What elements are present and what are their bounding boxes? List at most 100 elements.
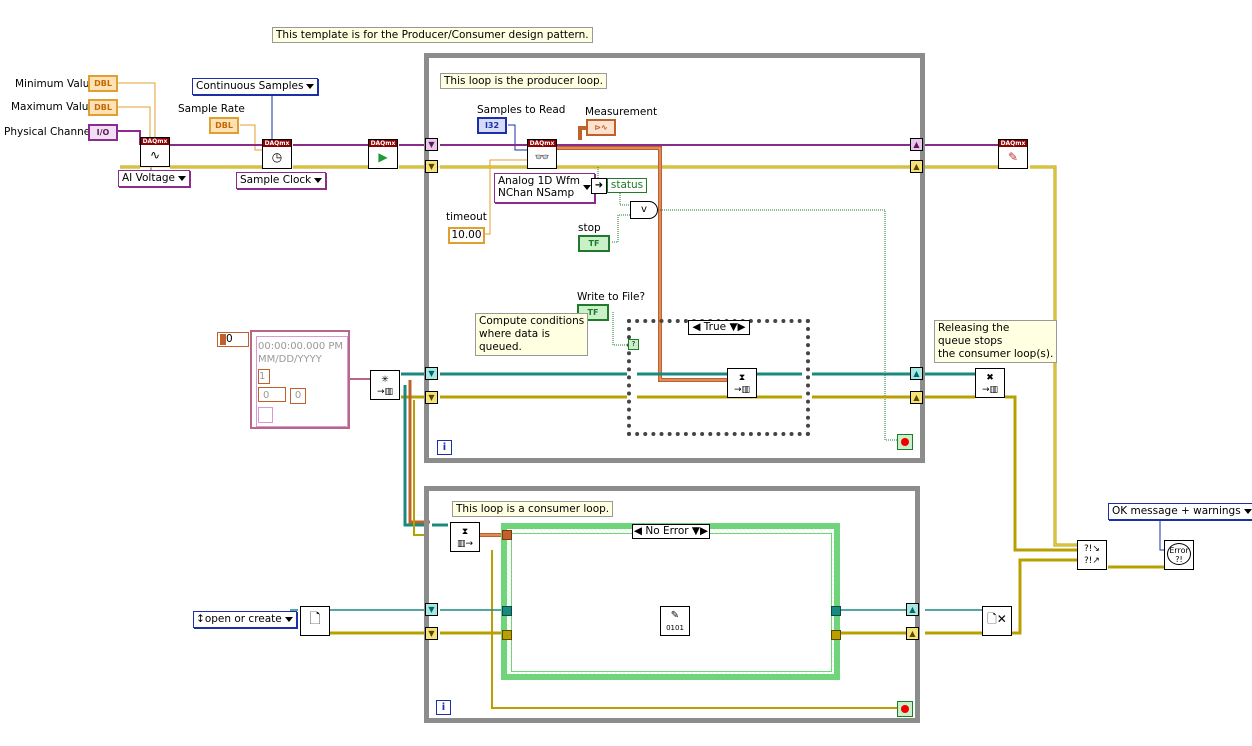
close-file-function[interactable]: 🗋✕ [982,606,1012,636]
producer-iteration-terminal: i [437,440,452,455]
release-line1: Releasing the [938,322,1010,334]
unbundle-status-node[interactable]: ➜ [591,178,607,194]
timeout-label: timeout [446,211,487,223]
dequeue-icon: ⧗ ▥→ [456,527,474,549]
daqmx-header: DAQmx [528,140,556,147]
max-queue-size-constant[interactable]: 0 [217,332,249,347]
error-bubble-icon: Error?! [1167,543,1191,565]
channel-icon: ∿ [149,148,161,162]
simple-error-handler-function[interactable]: Error?! [1164,540,1194,570]
open-or-create-enum[interactable]: ↕open or create [193,611,297,628]
error-shift-register-right: ▲ [910,160,923,173]
daqmx-timing-vi[interactable]: DAQmx ◷ [262,139,292,169]
file-shift-register-right: ▲ [906,603,919,616]
read-glasses-icon: 👓 [534,150,550,164]
compute-line3: queued. [479,341,522,353]
consumer-error-shift-register-left: ▼ [425,627,438,640]
producer-case-structure[interactable] [627,319,810,436]
timestamp-field: 00:00:00.000 PM MM/DD/YYYY [258,340,346,366]
producer-note: This loop is the producer loop. [440,73,608,89]
release-line3: the consumer loop(s). [938,348,1054,360]
physical-channel-label: Physical Channel [4,126,94,138]
producer-case-selector[interactable]: ◀ True ▼▶ [688,320,750,335]
ok-message-enum[interactable]: OK message + warnings [1108,503,1252,520]
daqmx-header: DAQmx [141,138,169,145]
compute-line1: Compute conditions [479,315,585,327]
producer-stop-condition [897,434,913,450]
read-type-selector[interactable]: Analog 1D Wfm NChan NSamp [494,173,596,203]
dropdown-arrow-icon [314,178,323,183]
queue-shift-register-left: ▼ [425,367,438,380]
merge-errors-function[interactable]: ?!↘ ?!↗ [1077,540,1107,570]
data-type-cluster-constant[interactable]: 00:00:00.000 PM MM/DD/YYYY 1 0 0 [250,330,350,429]
dropdown-arrow-icon [583,185,592,190]
obtain-queue-icon: ✳ →▥ [376,375,394,397]
sample-rate-label: Sample Rate [178,103,245,115]
compute-line2: where data is [479,328,550,340]
or-gate-icon[interactable]: v [630,201,658,219]
daqmx-create-channel-vi[interactable]: DAQmx ∿ [140,137,170,167]
physical-channel-terminal[interactable]: I/O [88,124,118,141]
dequeue-element-function[interactable]: ⧗ ▥→ [450,522,480,552]
measurement-label: Measurement [585,106,658,118]
daqmx-read-vi[interactable]: DAQmx 👓 [527,139,557,169]
case-prev-icon: ◀ [633,525,642,537]
write-to-file-function[interactable]: ✎ 0101 [660,606,690,636]
measurement-indicator[interactable]: ⊳∿ [586,119,616,136]
stop-label: stop [578,222,601,234]
daqmx-clear-vi[interactable]: DAQmx ✎ [998,139,1028,169]
samples-to-read-label: Samples to Read [477,104,566,116]
task-shift-register-right: ▲ [910,138,923,151]
error-shift-register-left-2: ▼ [425,391,438,404]
timestamp-value: 00:00:00.000 PM [258,341,344,352]
consumer-case-selector[interactable]: ◀ No Error ▼▶ [632,524,710,539]
case-next-icon: ▼▶ [729,321,746,333]
samples-to-read-terminal[interactable]: I32 [477,117,507,134]
enqueue-element-function[interactable]: ⧗ →▥ [727,368,757,398]
ai-voltage-enum[interactable]: AI Voltage [118,170,191,187]
max-value-terminal[interactable]: DBL [88,99,118,116]
enum-arrows-icon: ↕ [196,613,205,625]
consumer-case-label: No Error [645,525,689,537]
read-type-line2: NChan NSamp [498,187,575,199]
daqmx-header: DAQmx [369,140,397,147]
unbundle-arrow-icon: ➜ [594,180,604,191]
sample-rate-terminal[interactable]: DBL [209,117,239,134]
continuous-samples-enum[interactable]: Continuous Samples [192,78,319,95]
timeout-constant[interactable]: 10.00 [448,227,485,244]
dropdown-arrow-icon [1243,509,1252,514]
start-icon: ▶ [378,150,388,164]
file-shift-register-left: ▼ [425,603,438,616]
case-next-icon: ▼▶ [691,525,709,537]
sample-clock-enum[interactable]: Sample Clock [236,172,327,189]
read-type-line1: Analog 1D Wfm [498,175,581,187]
task-shift-register-left: ▼ [425,138,438,151]
releasing-note: Releasing the queue stops the consumer l… [934,320,1058,363]
clock-icon: ◷ [271,150,283,164]
release-line2: queue stops [938,335,1003,347]
consumer-case-structure[interactable] [501,523,840,680]
compute-conditions-note: Compute conditions where data is queued. [475,313,589,356]
waveform-tunnel [502,530,512,540]
obtain-queue-function[interactable]: ✳ →▥ [370,370,400,400]
queue-shift-register-right: ▲ [910,367,923,380]
write-to-file-label: Write to File? [577,291,646,303]
release-queue-function[interactable]: ✖ →▥ [975,368,1005,398]
dropdown-arrow-icon [178,176,187,181]
document-icon: 🗋 [309,611,321,627]
cluster-numeric-2: 0 [258,387,286,402]
merge-errors-icon: ?!↘ ?!↗ [1084,544,1100,566]
open-file-function[interactable]: 🗋 [300,606,330,636]
error-tunnel-in [502,630,512,640]
cluster-numeric-1: 1 [258,369,270,384]
consumer-stop-condition [897,701,913,717]
stop-terminal[interactable]: TF [578,235,610,252]
continuous-samples-label: Continuous Samples [196,80,304,92]
file-refnum-tunnel-out [831,606,841,616]
error-shift-register-left: ▼ [425,160,438,173]
daqmx-start-vi[interactable]: DAQmx ▶ [368,139,398,169]
dropdown-arrow-icon [284,617,293,622]
min-value-terminal[interactable]: DBL [88,75,118,92]
ok-message-label: OK message + warnings [1112,505,1241,517]
case-prev-icon: ◀ [692,321,701,333]
